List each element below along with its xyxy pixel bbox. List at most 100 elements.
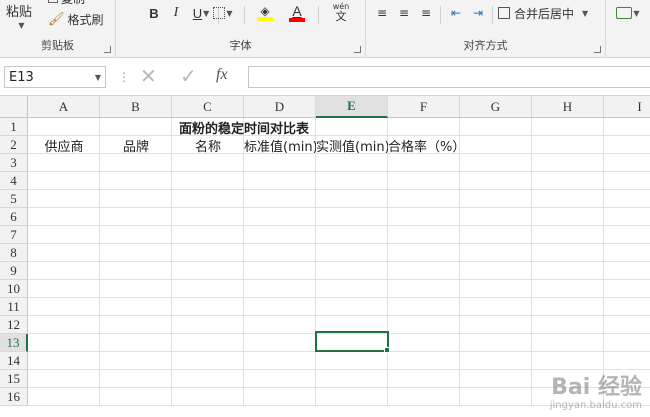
- align-center-icon[interactable]: ≡: [394, 2, 414, 24]
- column-header-e[interactable]: E: [316, 96, 388, 118]
- merge-center-label: 合并后居中: [514, 6, 575, 21]
- header-cell-pass-rate[interactable]: 合格率（%）: [388, 136, 498, 155]
- dialog-launcher-icon[interactable]: [594, 46, 601, 53]
- font-color-label: A: [292, 2, 302, 19]
- fill-color-button[interactable]: ◈: [250, 2, 280, 24]
- column-header-h[interactable]: H: [532, 96, 604, 118]
- name-box[interactable]: E13 ▼: [4, 66, 106, 88]
- watermark: Bai 经验 jingyan.baidu.com: [550, 377, 642, 411]
- number-format-button[interactable]: ▼: [610, 2, 646, 24]
- name-box-value: E13: [9, 69, 34, 85]
- column-header-a[interactable]: A: [28, 96, 100, 118]
- gridline-horizontal: [28, 243, 650, 244]
- gridline-vertical: [99, 118, 100, 406]
- gridline-vertical: [531, 118, 532, 406]
- header-cell-standard[interactable]: 标准值(min): [244, 136, 316, 155]
- cancel-icon[interactable]: ✕: [140, 64, 157, 88]
- column-header-d[interactable]: D: [244, 96, 316, 118]
- gridline-vertical: [171, 118, 172, 406]
- dialog-launcher-icon[interactable]: [104, 46, 111, 53]
- column-header-c[interactable]: C: [172, 96, 244, 118]
- paint-bucket-icon: ◈: [260, 4, 270, 18]
- watermark-url: jingyan.baidu.com: [549, 400, 642, 411]
- divider: [318, 6, 319, 24]
- underline-label: U: [192, 5, 203, 21]
- align-right-icon[interactable]: ≡: [416, 2, 436, 24]
- decrease-indent-icon[interactable]: ⇤: [446, 2, 466, 24]
- font-color-button[interactable]: A: [282, 2, 312, 24]
- fill-color-swatch: [257, 17, 273, 21]
- row-header-6[interactable]: 6: [0, 208, 28, 226]
- bold-button[interactable]: B: [144, 2, 164, 24]
- gridline-vertical: [315, 118, 316, 406]
- row-header-9[interactable]: 9: [0, 262, 28, 280]
- header-cell-supplier[interactable]: 供应商: [28, 136, 100, 155]
- header-cell-measured[interactable]: 实测值(min): [316, 136, 388, 155]
- paste-dropdown[interactable]: ▼: [6, 18, 36, 32]
- gridline-horizontal: [28, 279, 650, 280]
- dialog-launcher-icon[interactable]: [354, 46, 361, 53]
- copy-button[interactable]: 复制: [48, 0, 85, 6]
- row-header-11[interactable]: 11: [0, 298, 28, 316]
- formula-bar-grip-icon[interactable]: ⋮: [118, 70, 130, 84]
- chevron-down-icon: ▼: [582, 8, 589, 18]
- spreadsheet-grid: 面粉的稳定时间对比表 供应商 品牌 名称 标准值(min) 实测值(min) 合…: [0, 96, 650, 417]
- row-header-3[interactable]: 3: [0, 154, 28, 172]
- chevron-down-icon: ▼: [633, 8, 640, 18]
- gridline-horizontal: [28, 297, 650, 298]
- format-painter-button[interactable]: 🖌 格式刷: [48, 9, 104, 29]
- gridline-horizontal: [28, 261, 650, 262]
- align-left-icon[interactable]: ≡: [372, 2, 392, 24]
- gridline-horizontal: [28, 171, 650, 172]
- row-header-10[interactable]: 10: [0, 280, 28, 298]
- row-header-1[interactable]: 1: [0, 118, 28, 136]
- header-cell-name[interactable]: 名称: [172, 136, 244, 155]
- row-header-12[interactable]: 12: [0, 316, 28, 334]
- row-header-5[interactable]: 5: [0, 190, 28, 208]
- row-header-4[interactable]: 4: [0, 172, 28, 190]
- watermark-logo: Bai 经验: [551, 375, 642, 400]
- font-group: B I U ▼ ▼ ◈ A wén 文 字体: [116, 0, 366, 58]
- paste-label: 粘贴: [6, 4, 33, 20]
- row-header-13[interactable]: 13: [0, 334, 28, 352]
- alignment-group-label: 对齐方式: [463, 39, 508, 52]
- divider: [492, 6, 493, 24]
- merge-center-button[interactable]: 合并后居中 ▼: [498, 2, 598, 24]
- italic-button[interactable]: I: [166, 2, 186, 24]
- chevron-down-icon: ▼: [18, 20, 25, 30]
- sheet-title-cell[interactable]: 面粉的稳定时间对比表: [28, 118, 460, 137]
- currency-icon: [616, 7, 633, 19]
- chevron-down-icon: ▼: [226, 8, 233, 18]
- divider: [244, 6, 245, 24]
- phonetic-guide-button[interactable]: wén 文: [324, 1, 358, 23]
- column-header-b[interactable]: B: [100, 96, 172, 118]
- copy-label: 复制: [61, 0, 85, 6]
- enter-icon[interactable]: ✓: [180, 64, 197, 88]
- clipboard-group-label: 剪贴板: [41, 39, 74, 52]
- active-cell-selection[interactable]: [315, 331, 389, 352]
- row-header-8[interactable]: 8: [0, 244, 28, 262]
- increase-indent-icon[interactable]: ⇥: [468, 2, 488, 24]
- column-header-g[interactable]: G: [460, 96, 532, 118]
- column-header-f[interactable]: F: [388, 96, 460, 118]
- column-headers: ABCDEFGHI: [0, 96, 650, 118]
- row-header-15[interactable]: 15: [0, 370, 28, 388]
- formula-input[interactable]: [248, 66, 650, 88]
- row-header-14[interactable]: 14: [0, 352, 28, 370]
- paste-button[interactable]: 粘贴: [6, 0, 32, 20]
- borders-icon: [213, 7, 226, 19]
- gridline-vertical: [603, 118, 604, 406]
- chevron-down-icon[interactable]: ▼: [95, 73, 101, 82]
- row-header-2[interactable]: 2: [0, 136, 28, 154]
- column-header-i[interactable]: I: [604, 96, 650, 118]
- gridline-horizontal: [28, 207, 650, 208]
- alignment-group: ≡ ≡ ≡ ⇤ ⇥ 合并后居中 ▼ 对齐方式: [366, 0, 606, 58]
- row-header-7[interactable]: 7: [0, 226, 28, 244]
- insert-function-button[interactable]: fx: [216, 66, 228, 84]
- borders-button[interactable]: ▼: [208, 2, 238, 24]
- row-header-16[interactable]: 16: [0, 388, 28, 406]
- header-cell-brand[interactable]: 品牌: [100, 136, 172, 155]
- phonetic-bottom-label: 文: [335, 10, 347, 23]
- fill-handle[interactable]: [384, 347, 390, 353]
- gridline-vertical: [459, 118, 460, 406]
